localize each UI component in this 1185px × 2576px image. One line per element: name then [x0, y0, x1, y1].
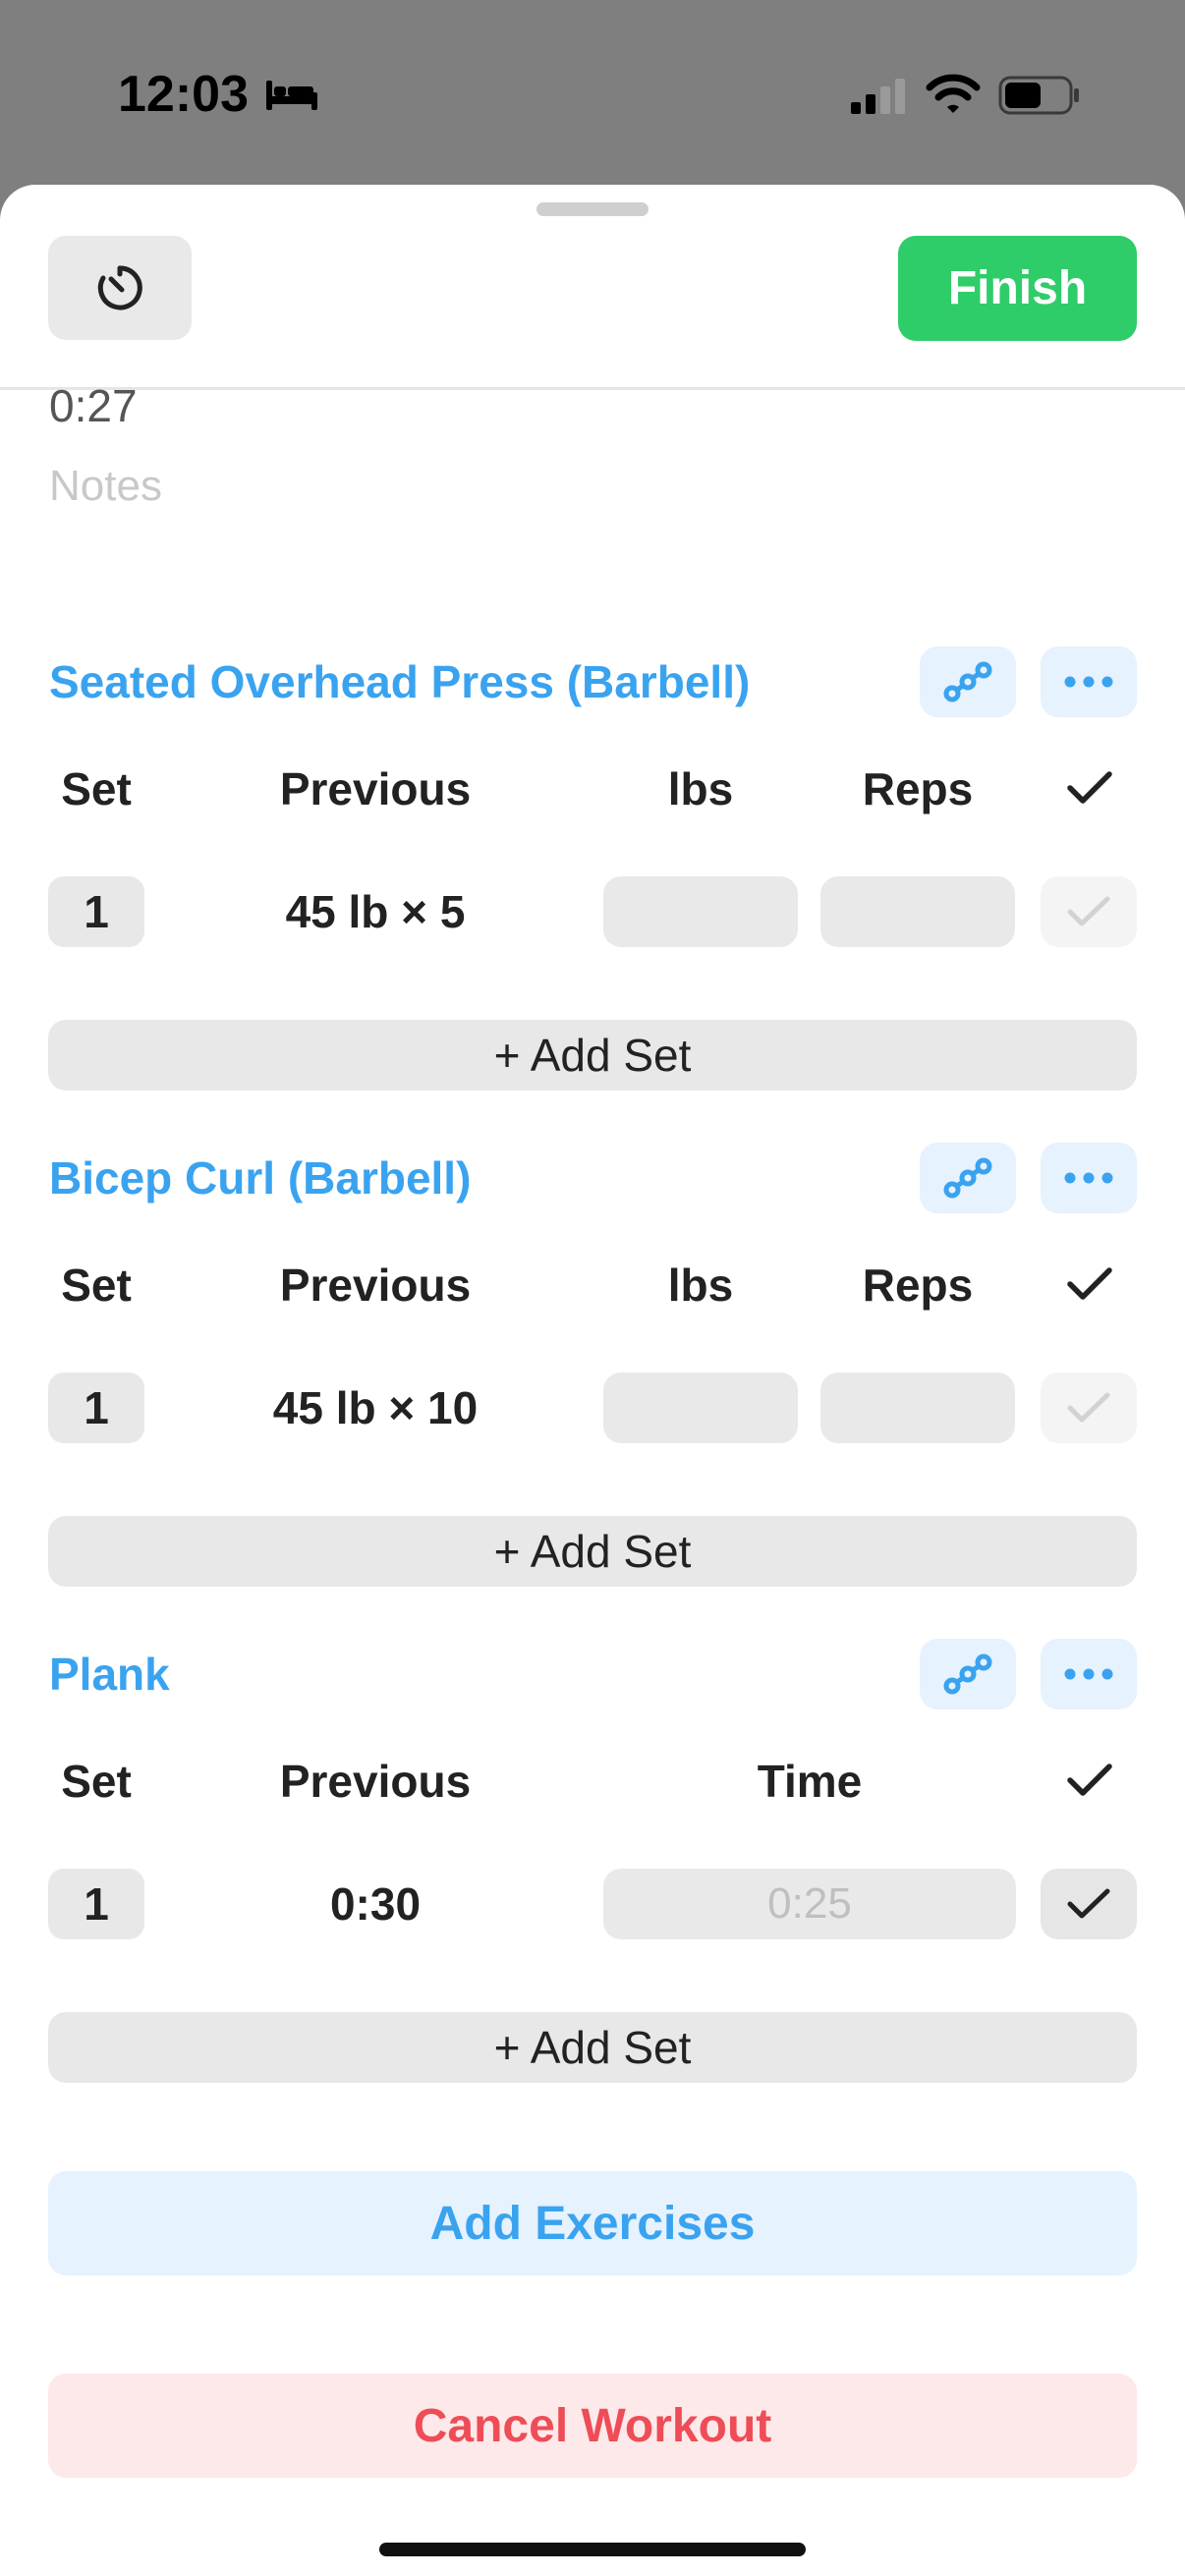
column-set: Set	[61, 1756, 132, 1807]
status-time: 12:03	[118, 65, 319, 124]
status-bar: 12:03	[0, 0, 1185, 187]
column-done-check-icon	[1067, 1267, 1112, 1300]
column-reps: Reps	[862, 1260, 974, 1311]
cellular-signal-icon	[851, 79, 905, 114]
clock-text: 12:03	[118, 66, 249, 123]
ellipsis-icon	[1064, 676, 1113, 688]
weight-input[interactable]	[603, 1372, 798, 1443]
previous-value[interactable]: 45 lb × 10	[236, 1372, 515, 1443]
cancel-workout-button[interactable]: Cancel Workout	[48, 2374, 1137, 2478]
add-set-button[interactable]: + Add Set	[48, 2012, 1137, 2083]
reps-input[interactable]	[820, 876, 1015, 947]
column-previous: Previous	[279, 1756, 472, 1807]
more-options-button[interactable]	[1041, 646, 1137, 717]
sleep-bed-icon	[266, 81, 317, 110]
link-icon	[943, 1157, 992, 1199]
column-reps: Reps	[862, 763, 974, 814]
ellipsis-icon	[1064, 1668, 1113, 1680]
check-icon	[1067, 1392, 1110, 1423]
check-icon	[1067, 896, 1110, 926]
exercise-title[interactable]: Seated Overhead Press (Barbell)	[49, 646, 750, 717]
notes-field[interactable]: Notes	[49, 462, 162, 511]
superset-link-button[interactable]	[920, 1143, 1016, 1213]
column-lbs: lbs	[667, 763, 734, 814]
column-done-check-icon	[1067, 1764, 1112, 1796]
column-done-check-icon	[1067, 771, 1112, 804]
ellipsis-icon	[1064, 1172, 1113, 1184]
link-icon	[943, 661, 992, 702]
column-set: Set	[61, 763, 132, 814]
column-lbs: lbs	[667, 1260, 734, 1311]
battery-icon	[998, 76, 1079, 115]
exercise-title[interactable]: Bicep Curl (Barbell)	[49, 1143, 471, 1213]
column-previous: Previous	[279, 763, 472, 814]
rest-timer-button[interactable]	[48, 236, 192, 340]
more-options-button[interactable]	[1041, 1143, 1137, 1213]
add-set-button[interactable]: + Add Set	[48, 1020, 1137, 1091]
previous-value[interactable]: 0:30	[236, 1869, 515, 1939]
finish-button[interactable]: Finish	[898, 236, 1137, 341]
column-set: Set	[61, 1260, 132, 1311]
workout-sheet: Finish 0:27 Notes Seated Overhead Press …	[0, 185, 1185, 2576]
column-time: Time	[757, 1756, 863, 1807]
weight-input[interactable]	[603, 876, 798, 947]
sheet-grabber[interactable]	[536, 202, 649, 216]
reps-input[interactable]	[820, 1372, 1015, 1443]
more-options-button[interactable]	[1041, 1639, 1137, 1709]
link-icon	[943, 1653, 992, 1695]
complete-set-button[interactable]	[1041, 1869, 1137, 1939]
timer-icon	[97, 265, 142, 310]
header-divider	[0, 387, 1185, 390]
add-exercises-button[interactable]: Add Exercises	[48, 2171, 1137, 2275]
check-icon	[1067, 1888, 1110, 1919]
previous-value[interactable]: 45 lb × 5	[236, 876, 515, 947]
set-number[interactable]: 1	[48, 1869, 144, 1939]
exercise-title[interactable]: Plank	[49, 1639, 170, 1709]
home-indicator[interactable]	[379, 2543, 806, 2556]
time-input[interactable]: 0:25	[603, 1869, 1016, 1939]
complete-set-button[interactable]	[1041, 876, 1137, 947]
elapsed-time: 0:27	[49, 380, 138, 431]
column-previous: Previous	[279, 1260, 472, 1311]
superset-link-button[interactable]	[920, 1639, 1016, 1709]
superset-link-button[interactable]	[920, 646, 1016, 717]
complete-set-button[interactable]	[1041, 1372, 1137, 1443]
set-number[interactable]: 1	[48, 1372, 144, 1443]
set-number[interactable]: 1	[48, 876, 144, 947]
add-set-button[interactable]: + Add Set	[48, 1516, 1137, 1587]
wifi-icon	[926, 74, 981, 113]
